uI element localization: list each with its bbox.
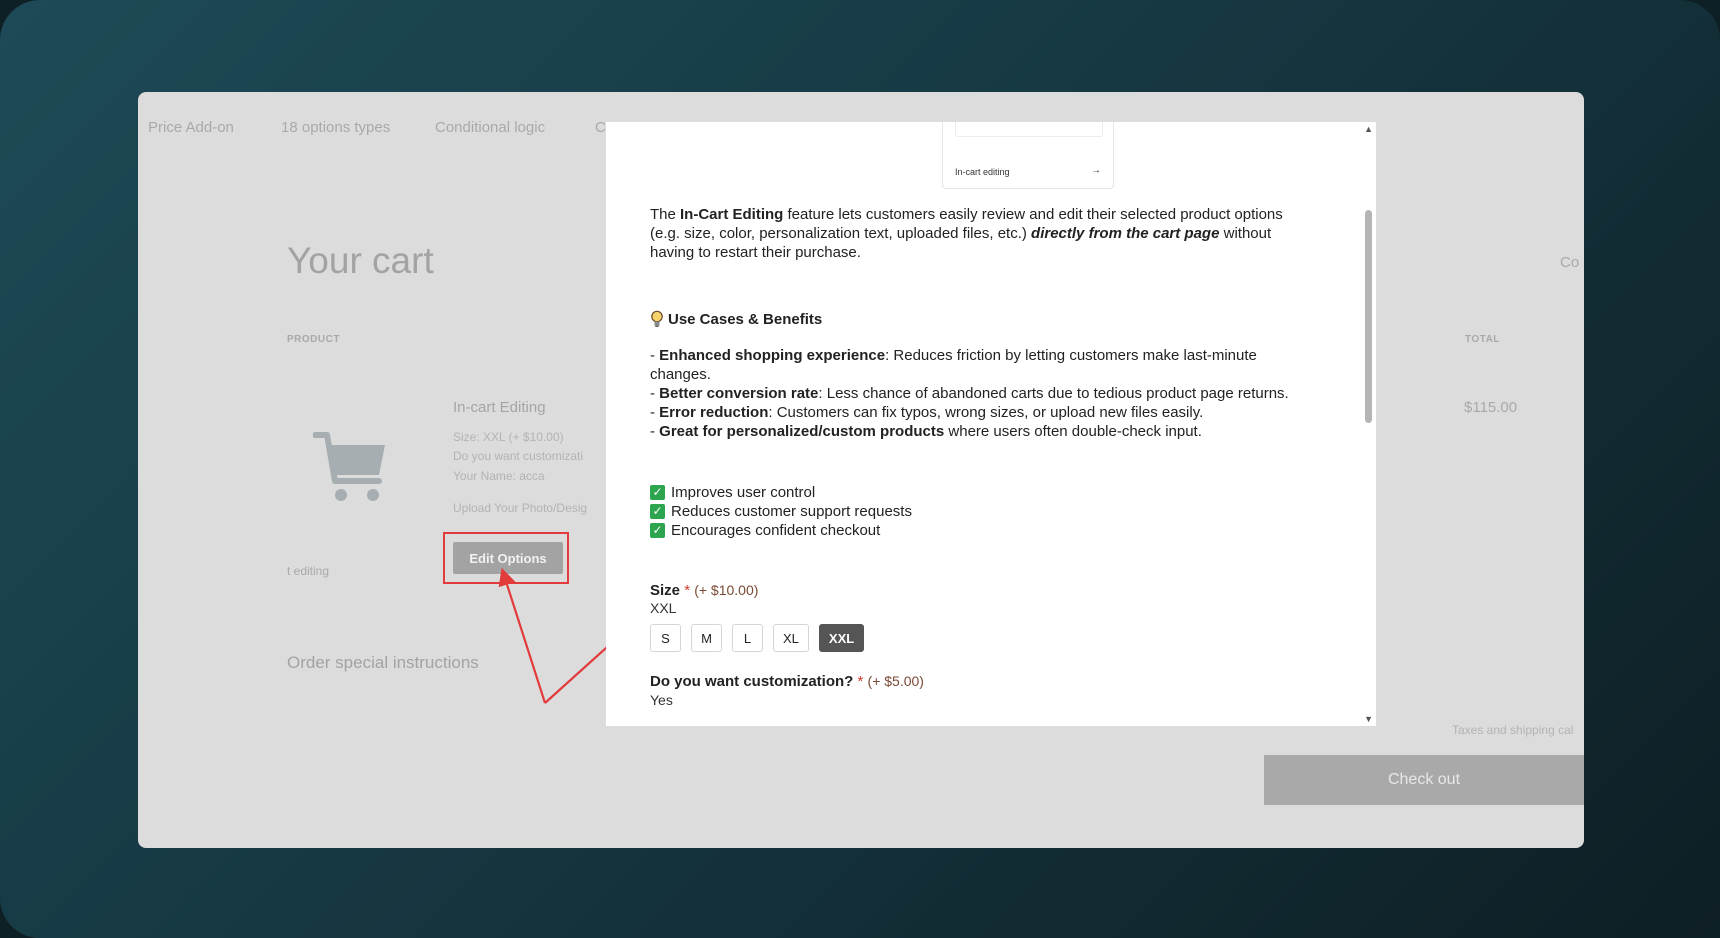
total-column-header: TOTAL [1465,334,1500,345]
scroll-down-icon[interactable]: ▼ [1364,714,1373,724]
cart-icon [313,432,385,501]
nav-item-more[interactable]: C [595,119,606,136]
edit-options-highlight [443,532,569,584]
benefit-item: - Better conversion rate: Less chance of… [650,385,1289,402]
thumbnail-label: In-cart editing [955,167,1010,177]
cart-item-price: $115.00 [1464,399,1518,416]
nav-item-price-addon[interactable]: Price Add-on [148,119,234,136]
cart-item-option: Upload Your Photo/Desig [453,501,588,515]
size-option-l[interactable]: L [732,624,763,652]
page-title: Your cart [287,240,434,281]
arrow-right-icon: → [1091,165,1101,176]
size-option-xxl[interactable]: XXL [818,624,865,652]
size-option-xl[interactable]: XL [773,624,809,652]
nav-item-option-types[interactable]: 18 options types [281,119,390,136]
lightbulb-icon [651,310,663,327]
continue-shopping-link[interactable]: Co [1560,254,1579,271]
checkmark-icon: ✓ [650,504,665,519]
scroll-up-icon[interactable]: ▲ [1364,124,1373,134]
checkmark-icon: ✓ [650,485,665,500]
checklist: ✓ Improves user control ✓ Reduces customer… [650,483,912,540]
customization-value: Yes [650,692,673,708]
cart-item-caption: t editing [287,564,330,578]
benefits-list: - Enhanced shopping experience: Reduces … [650,346,1310,441]
benefit-item: - Enhanced shopping experience: Reduces … [650,347,1257,383]
screen-frame: Price Add-on 18 options types Conditiona… [0,0,1720,938]
use-cases-heading: Use Cases & Benefits [650,310,822,328]
size-options: S M L XL XXL [650,624,865,652]
benefit-item: - Error reduction: Customers can fix typ… [650,404,1204,421]
checklist-item: ✓ Encourages confident checkout [650,521,912,540]
product-column-header: PRODUCT [287,334,340,345]
edit-options-modal: In-cart editing → The In-Cart Editing fe… [606,122,1376,726]
cart-item-option: Do you want customizati [453,449,584,463]
size-selected-value: XXL [650,600,677,616]
checklist-item: ✓ Improves user control [650,483,912,502]
intro-paragraph: The In-Cart Editing feature lets custome… [650,206,1283,261]
customization-field-label: Do you want customization? * (+ $5.00) [650,673,924,690]
order-instructions-label: Order special instructions [287,653,479,672]
thumbnail-card [955,122,1103,137]
size-option-m[interactable]: M [691,624,722,652]
cart-item-name[interactable]: In-cart Editing [453,399,546,416]
benefit-item: - Great for personalized/custom products… [650,423,1202,440]
modal-scrollbar[interactable]: ▲ ▼ [1360,122,1376,726]
scroll-thumb[interactable] [1365,210,1372,423]
checkout-button[interactable]: Check out [1264,755,1584,805]
size-option-s[interactable]: S [650,624,681,652]
cart-item-option: Size: XXL (+ $10.00) [453,430,564,444]
checklist-item: ✓ Reduces customer support requests [650,502,912,521]
feature-thumbnail: In-cart editing → [942,122,1114,189]
checkmark-icon: ✓ [650,523,665,538]
nav-item-conditional-logic[interactable]: Conditional logic [435,119,545,136]
taxes-note: Taxes and shipping cal [1452,723,1574,737]
size-field-label: Size * (+ $10.00) [650,582,759,599]
cart-item-option: Your Name: acca [453,469,545,483]
